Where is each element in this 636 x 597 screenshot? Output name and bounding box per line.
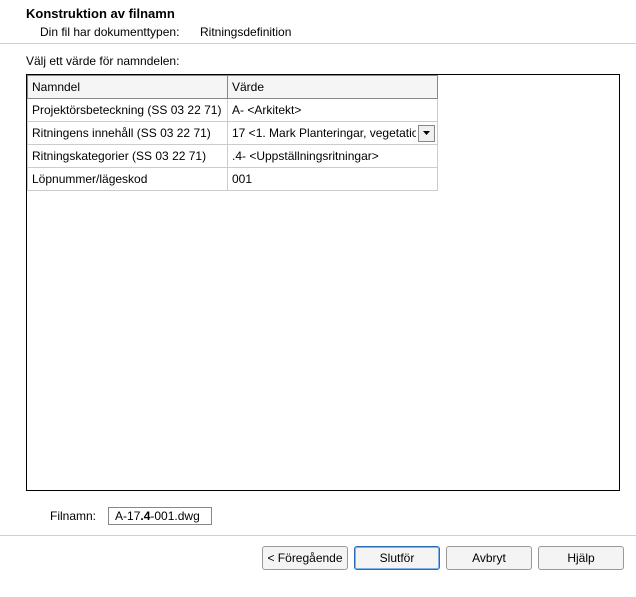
table-row[interactable]: Ritningskategorier (SS 03 22 71) .4- <Up… bbox=[28, 145, 438, 168]
button-row: < Föregående Slutför Avbryt Hjälp bbox=[0, 535, 636, 580]
filename-row: Filnamn: A-17.4-001.dwg bbox=[0, 501, 636, 535]
col-header-varde: Värde bbox=[228, 76, 438, 99]
cell-varde[interactable]: 001 bbox=[228, 168, 438, 191]
doc-type-value: Ritningsdefinition bbox=[200, 25, 291, 39]
values-table: Namndel Värde Projektörsbeteckning (SS 0… bbox=[27, 75, 438, 191]
doc-type-row: Din fil har dokumenttypen: Ritningsdefin… bbox=[26, 23, 626, 43]
dialog-window: Konstruktion av filnamn Din fil har doku… bbox=[0, 0, 636, 597]
cell-namndel: Projektörsbeteckning (SS 03 22 71) bbox=[28, 99, 228, 122]
back-button[interactable]: < Föregående bbox=[262, 546, 348, 570]
values-table-container: Namndel Värde Projektörsbeteckning (SS 0… bbox=[26, 74, 620, 491]
table-row[interactable]: Ritningens innehåll (SS 03 22 71) 17 <1.… bbox=[28, 122, 438, 145]
dialog-title: Konstruktion av filnamn bbox=[26, 6, 626, 23]
col-header-namndel: Namndel bbox=[28, 76, 228, 99]
finish-button[interactable]: Slutför bbox=[354, 546, 440, 570]
cell-varde[interactable]: A- <Arkitekt> bbox=[228, 99, 438, 122]
cell-varde[interactable]: .4- <Uppställningsritningar> bbox=[228, 145, 438, 168]
chevron-down-icon bbox=[423, 131, 430, 135]
header-block: Konstruktion av filnamn Din fil har doku… bbox=[0, 0, 636, 43]
filename-display: A-17.4-001.dwg bbox=[108, 507, 212, 525]
doc-type-label: Din fil har dokumenttypen: bbox=[40, 25, 180, 39]
help-button[interactable]: Hjälp bbox=[538, 546, 624, 570]
dropdown-button[interactable] bbox=[418, 125, 435, 142]
cell-namndel: Ritningskategorier (SS 03 22 71) bbox=[28, 145, 228, 168]
table-row[interactable]: Löpnummer/lägeskod 001 bbox=[28, 168, 438, 191]
cell-varde[interactable]: 17 <1. Mark Planteringar, vegetation> bbox=[228, 122, 438, 145]
table-header-row: Namndel Värde bbox=[28, 76, 438, 99]
cell-namndel: Löpnummer/lägeskod bbox=[28, 168, 228, 191]
table-empty-area bbox=[27, 191, 619, 490]
cell-namndel: Ritningens innehåll (SS 03 22 71) bbox=[28, 122, 228, 145]
table-row[interactable]: Projektörsbeteckning (SS 03 22 71) A- <A… bbox=[28, 99, 438, 122]
filename-label: Filnamn: bbox=[50, 509, 96, 523]
cancel-button[interactable]: Avbryt bbox=[446, 546, 532, 570]
instruction-text: Välj ett värde för namndelen: bbox=[0, 44, 636, 74]
